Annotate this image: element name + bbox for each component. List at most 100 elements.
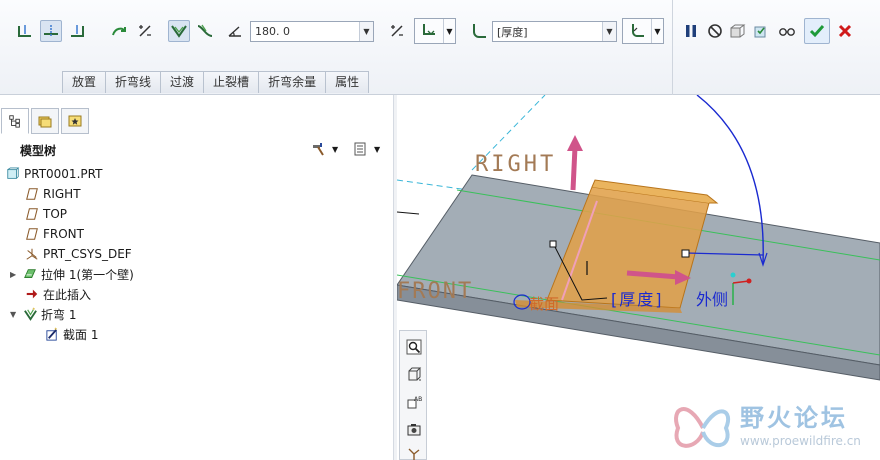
- display-style-button[interactable]: [403, 363, 425, 385]
- tab-placement[interactable]: 放置: [62, 71, 107, 93]
- flip-angle-button[interactable]: [386, 20, 408, 42]
- tree-item-label: TOP: [43, 207, 68, 221]
- hammer-tools-icon: [313, 143, 324, 156]
- watermark-name: 野火论坛: [740, 404, 848, 432]
- chevron-down-icon[interactable]: ▼: [651, 19, 663, 43]
- bend-roll-button[interactable]: [194, 20, 216, 42]
- cancel-button[interactable]: [834, 20, 856, 42]
- tab-favorites[interactable]: [61, 108, 89, 134]
- tree-item-front-plane[interactable]: FRONT: [24, 224, 84, 244]
- tree-item-bend[interactable]: ▼ * 折弯 1: [10, 304, 76, 324]
- butterfly-logo-icon: [674, 407, 731, 448]
- datum-display-button[interactable]: [403, 443, 425, 460]
- tree-settings-button[interactable]: ▼: [310, 139, 346, 159]
- chevron-down-icon[interactable]: ▼: [443, 19, 455, 43]
- bend-angle-value: 180. 0: [255, 25, 290, 38]
- tree-item-csys[interactable]: PRT_CSYS_DEF: [24, 244, 132, 264]
- tree-item-extrude[interactable]: ▶ 拉伸 1(第一个壁): [10, 264, 134, 284]
- radius-icon-label: [468, 20, 490, 42]
- bend-side-icon: [415, 19, 443, 43]
- chevron-down-icon[interactable]: ▼: [602, 22, 616, 41]
- radius-type-combobox[interactable]: [厚度] ▼: [492, 21, 617, 42]
- tree-item-part[interactable]: PRT0001.PRT: [5, 164, 102, 184]
- tree-item-label: 折弯 1: [41, 307, 77, 322]
- drag-handle[interactable]: [681, 249, 690, 258]
- wall-feature-icon: [22, 266, 38, 282]
- bend-side-split-button[interactable]: ▼: [414, 18, 456, 44]
- tree-item-label: PRT0001.PRT: [24, 167, 103, 181]
- tab-properties[interactable]: 属性: [325, 71, 370, 93]
- no-preview-button[interactable]: [704, 20, 726, 42]
- model-tree-header: 模型树 ▼ ▼: [0, 136, 392, 162]
- bend-angle-icon: [171, 25, 187, 38]
- bend-angle-type-button[interactable]: [168, 20, 190, 42]
- flip-side-button[interactable]: [134, 20, 156, 42]
- view-toolbar: AB: [399, 330, 427, 460]
- bend-position-end-button[interactable]: [66, 20, 88, 42]
- tab-relief[interactable]: 止裂槽: [203, 71, 260, 93]
- checkmark-icon: [809, 25, 825, 38]
- collapse-arrow-icon[interactable]: ▼: [10, 310, 20, 319]
- flip-slash-icon: [391, 25, 403, 37]
- insert-here-arrow-icon: [24, 286, 40, 302]
- tab-folder-browser[interactable]: [31, 108, 59, 134]
- glasses-preview-button[interactable]: [776, 20, 798, 42]
- model-tree-title: 模型树: [20, 144, 57, 158]
- forum-watermark: 野火论坛 www.proewildfire.cn: [668, 392, 880, 460]
- close-x-icon: [838, 24, 852, 38]
- tree-item-label: RIGHT: [43, 187, 81, 201]
- chevron-down-icon: ▼: [332, 144, 339, 154]
- saved-orientation-icon: AB: [407, 396, 422, 409]
- svg-text:AB: AB: [414, 396, 422, 403]
- tree-item-label: PRT_CSYS_DEF: [43, 247, 132, 261]
- tree-item-section[interactable]: * 截面 1: [44, 324, 98, 344]
- bend-position-middle-button[interactable]: [40, 20, 62, 42]
- tab-transition[interactable]: 过渡: [160, 71, 205, 93]
- curved-arrow-icon: [112, 27, 126, 36]
- datum-csys-icon: [408, 448, 420, 460]
- bend-feature-icon: *: [22, 306, 38, 322]
- bend-direction-button[interactable]: [108, 20, 130, 42]
- radius-type-value: [厚度]: [497, 25, 528, 39]
- tree-item-top-plane[interactable]: TOP: [24, 204, 67, 224]
- preview-button[interactable]: [726, 20, 748, 42]
- camera-icon: [407, 424, 421, 436]
- tree-item-right-plane[interactable]: RIGHT: [24, 184, 81, 204]
- outside-label[interactable]: 外侧: [696, 290, 728, 309]
- tree-item-label: FRONT: [43, 227, 84, 241]
- datum-plane-icon: [24, 206, 40, 222]
- bend-edge-end-icon: [71, 25, 84, 37]
- chevron-down-icon[interactable]: ▼: [359, 22, 373, 41]
- favorites-star-icon: [68, 115, 82, 127]
- tree-item-insert-here[interactable]: 在此插入: [24, 284, 91, 304]
- part-icon: [5, 166, 21, 182]
- bend-angle-combobox[interactable]: 180. 0 ▼: [250, 21, 374, 42]
- angle-icon: [228, 26, 241, 37]
- tab-model-tree[interactable]: [1, 108, 29, 134]
- list-columns-icon: [354, 142, 366, 156]
- angle-icon-label: [224, 20, 246, 42]
- thickness-label[interactable]: [厚度]: [611, 290, 664, 309]
- tab-bend-line[interactable]: 折弯线: [105, 71, 162, 93]
- verify-mode-button[interactable]: [750, 20, 772, 42]
- bend-position-start-button[interactable]: [14, 20, 36, 42]
- watermark-url: www.proewildfire.cn: [740, 434, 861, 448]
- drag-handle[interactable]: [549, 240, 557, 248]
- expand-arrow-icon[interactable]: ▶: [10, 270, 20, 279]
- bend-radius-icon: [473, 24, 486, 38]
- creo-sheetmetal-bend-window: 180. 0 ▼ ▼ [厚度] ▼ ▼ 放置 折弯线 过渡 止裂槽 折弯余量 属…: [0, 0, 880, 460]
- zoom-button[interactable]: [403, 336, 425, 358]
- radius-side-split-button[interactable]: ▼: [622, 18, 664, 44]
- svg-text:*: *: [54, 327, 57, 333]
- direction-arrow-shaft: [570, 146, 578, 191]
- tab-bend-allowance[interactable]: 折弯余量: [258, 71, 327, 93]
- pause-button[interactable]: [680, 20, 702, 42]
- tree-show-button[interactable]: ▼: [352, 139, 388, 159]
- radius-side-icon: [623, 19, 651, 43]
- saved-views-button[interactable]: AB: [403, 391, 425, 413]
- glasses-icon: [779, 28, 795, 36]
- bend-dashboard: 180. 0 ▼ ▼ [厚度] ▼ ▼ 放置 折弯线 过渡 止裂槽 折弯余量 属…: [0, 0, 880, 95]
- section-label: 截面: [529, 295, 559, 313]
- ok-button[interactable]: [804, 18, 830, 44]
- render-snapshot-button[interactable]: [403, 418, 425, 440]
